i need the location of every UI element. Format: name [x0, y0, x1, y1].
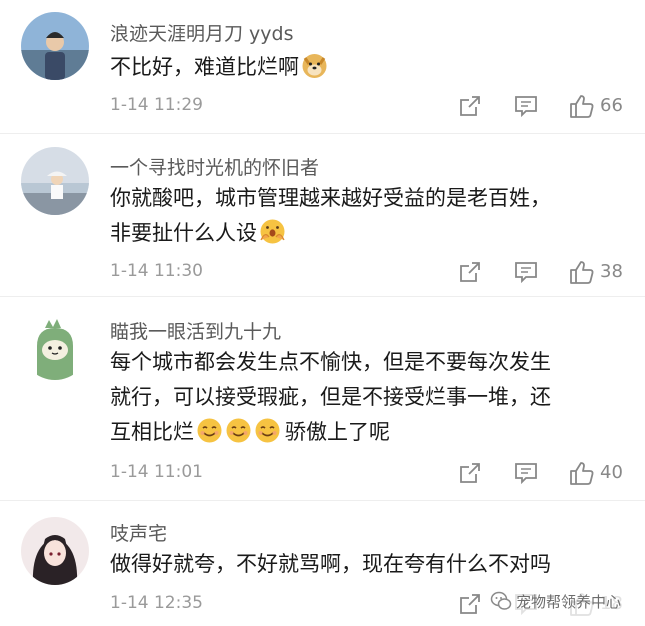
watermark-text: 宠物帮领养中心 [516, 592, 622, 611]
comment-icon[interactable] [512, 258, 540, 286]
username[interactable]: 浪迹天涯明月刀 yyds [110, 19, 294, 46]
comment-text: 每个城市都会发生点不愉快，但是不要每次发生 就行，可以接受瑕疵，但是不接受烂事一… [110, 345, 619, 450]
doge-emoji [301, 52, 328, 79]
share-icon[interactable] [456, 258, 484, 286]
comment-meta: 1-14 11:30 38 [110, 258, 625, 288]
thumbs-up-icon[interactable] [567, 92, 595, 120]
smile-emoji [254, 417, 281, 444]
username[interactable]: 吱声宅 [110, 519, 167, 546]
comment-item: 一个寻找时光机的怀旧者 你就酸吧，城市管理越来越好受益的是老百姓， 非要扯什么人… [0, 134, 645, 297]
wechat-logo-icon [490, 590, 512, 612]
like-count: 38 [600, 261, 623, 282]
username[interactable]: 一个寻找时光机的怀旧者 [110, 153, 319, 180]
comment-icon[interactable] [512, 92, 540, 120]
share-icon[interactable] [456, 92, 484, 120]
hands-over-face-emoji [259, 218, 286, 245]
comment-text: 不比好，难道比烂啊 [110, 50, 619, 85]
like-count: 66 [600, 95, 623, 116]
comment-meta: 1-14 11:29 66 [110, 92, 625, 122]
avatar[interactable] [21, 517, 89, 585]
comment-item: 瞄我一眼活到九十九 每个城市都会发生点不愉快，但是不要每次发生 就行，可以接受瑕… [0, 297, 645, 501]
comment-line: 互相比烂 [110, 420, 194, 444]
comment-item: 浪迹天涯明月刀 yyds 不比好，难道比烂啊 1-14 11:29 66 [0, 0, 645, 134]
watermark: 宠物帮领养中心 [486, 586, 626, 616]
avatar[interactable] [21, 12, 89, 80]
comment-line: 非要扯什么人设 [110, 221, 257, 245]
smile-emoji [225, 417, 252, 444]
smile-emoji [196, 417, 223, 444]
avatar[interactable] [21, 312, 89, 380]
like-count: 40 [600, 462, 623, 483]
timestamp: 1-14 12:35 [110, 593, 203, 613]
avatar[interactable] [21, 147, 89, 215]
comment-line: 不比好，难道比烂啊 [110, 55, 299, 79]
share-icon[interactable] [456, 590, 484, 618]
comment-text: 你就酸吧，城市管理越来越好受益的是老百姓， 非要扯什么人设 [110, 181, 619, 251]
comment-line: 就行，可以接受瑕疵，但是不接受烂事一堆，还 [110, 385, 551, 409]
thumbs-up-icon[interactable] [567, 459, 595, 487]
comment-text: 做得好就夸，不好就骂啊，现在夸有什么不对吗 [110, 547, 619, 582]
comment-line: 做得好就夸，不好就骂啊，现在夸有什么不对吗 [110, 552, 551, 576]
comment-icon[interactable] [512, 459, 540, 487]
timestamp: 1-14 11:30 [110, 261, 203, 281]
comment-line: 每个城市都会发生点不愉快，但是不要每次发生 [110, 350, 551, 374]
thumbs-up-icon[interactable] [567, 258, 595, 286]
username[interactable]: 瞄我一眼活到九十九 [110, 317, 281, 344]
comment-line-suffix: 骄傲上了呢 [285, 420, 390, 444]
timestamp: 1-14 11:01 [110, 462, 203, 482]
share-icon[interactable] [456, 459, 484, 487]
comment-line: 你就酸吧，城市管理越来越好受益的是老百姓， [110, 186, 551, 210]
timestamp: 1-14 11:29 [110, 95, 203, 115]
comment-meta: 1-14 11:01 40 [110, 459, 625, 489]
